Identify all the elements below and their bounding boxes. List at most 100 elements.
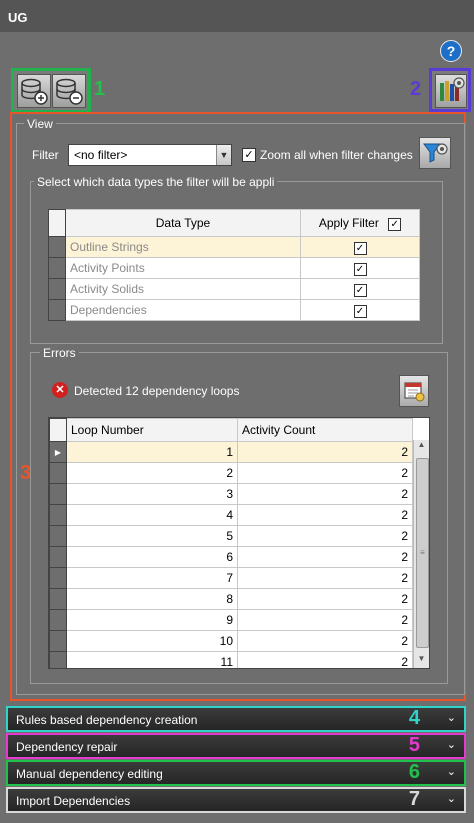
row-header[interactable] xyxy=(49,630,67,652)
scroll-down-icon[interactable]: ▼ xyxy=(414,654,429,668)
window-title: UG xyxy=(8,10,28,25)
column-header-activity-count[interactable]: Activity Count xyxy=(237,418,413,442)
error-icon: ✕ xyxy=(52,382,68,398)
apply-filter-checkbox[interactable]: ✓ xyxy=(353,262,367,276)
toolbar-group-1 xyxy=(11,68,91,113)
row-header[interactable] xyxy=(48,299,66,321)
table-corner xyxy=(49,418,67,442)
apply-filter-checkbox[interactable]: ✓ xyxy=(353,304,367,318)
table-row[interactable]: 2 2 xyxy=(49,462,413,484)
apply-filter-cell[interactable]: ✓ xyxy=(300,278,420,300)
table-row[interactable]: ▶ 1 2 xyxy=(49,441,413,463)
activity-count-cell: 2 xyxy=(237,504,413,526)
table-row[interactable]: Activity Solids ✓ xyxy=(48,278,420,300)
row-header[interactable] xyxy=(49,546,67,568)
zoom-all-checkbox[interactable]: ✓ xyxy=(242,148,256,162)
books-settings-icon[interactable] xyxy=(435,74,467,108)
data-type-table: Data Type Apply Filter ✓ Outline Strings… xyxy=(48,209,420,321)
data-type-group-title: Select which data types the filter will … xyxy=(34,175,278,189)
apply-filter-all-checkbox[interactable]: ✓ xyxy=(388,217,402,231)
error-message: Detected 12 dependency loops xyxy=(74,384,240,398)
chevron-down-icon[interactable]: ⌄ xyxy=(447,711,456,724)
table-row[interactable]: 10 2 xyxy=(49,630,413,652)
apply-filter-checkbox[interactable]: ✓ xyxy=(353,241,367,255)
section-dependency-repair[interactable]: Dependency repair 5 ⌄ xyxy=(6,733,466,759)
row-header[interactable] xyxy=(49,525,67,547)
vertical-scrollbar[interactable]: ▲ ≡ ▼ xyxy=(413,440,429,668)
table-row[interactable]: 9 2 xyxy=(49,609,413,631)
section-label: Manual dependency editing xyxy=(16,767,163,781)
table-row[interactable]: 7 2 xyxy=(49,567,413,589)
section-label: Dependency repair xyxy=(16,740,118,754)
column-header-loop-number[interactable]: Loop Number xyxy=(66,418,238,442)
activity-count-cell: 2 xyxy=(237,441,413,463)
apply-filter-checkbox[interactable]: ✓ xyxy=(353,283,367,297)
zoom-all-label: Zoom all when filter changes xyxy=(260,148,413,162)
data-type-name: Outline Strings xyxy=(65,236,301,258)
row-selected-arrow-icon[interactable]: ▶ xyxy=(49,441,67,463)
activity-count-cell: 2 xyxy=(237,588,413,610)
table-row[interactable]: 5 2 xyxy=(49,525,413,547)
apply-filter-cell[interactable]: ✓ xyxy=(300,236,420,258)
table-row[interactable]: Dependencies ✓ xyxy=(48,299,420,321)
activity-count-cell: 2 xyxy=(237,567,413,589)
row-header[interactable] xyxy=(49,504,67,526)
callout-7: 7 xyxy=(408,788,420,810)
row-header[interactable] xyxy=(49,462,67,484)
filter-settings-icon[interactable] xyxy=(419,137,451,169)
help-icon[interactable]: ? xyxy=(440,40,462,62)
section-rules-based-dependency-creation[interactable]: Rules based dependency creation 4 ⌄ xyxy=(6,706,466,732)
toolbar-group-2 xyxy=(429,68,471,112)
row-header[interactable] xyxy=(48,236,66,258)
column-header-apply-filter[interactable]: Apply Filter ✓ xyxy=(300,209,420,237)
table-row[interactable]: 6 2 xyxy=(49,546,413,568)
loop-number-cell: 7 xyxy=(66,567,238,589)
table-row[interactable]: 8 2 xyxy=(49,588,413,610)
data-type-name: Activity Solids xyxy=(65,278,301,300)
section-manual-dependency-editing[interactable]: Manual dependency editing 6 ⌄ xyxy=(6,760,466,786)
loop-number-cell: 10 xyxy=(66,630,238,652)
activity-count-cell: 2 xyxy=(237,630,413,652)
activity-count-cell: 2 xyxy=(237,525,413,547)
apply-filter-cell[interactable]: ✓ xyxy=(300,257,420,279)
row-header[interactable] xyxy=(49,567,67,589)
apply-filter-cell[interactable]: ✓ xyxy=(300,299,420,321)
row-header[interactable] xyxy=(48,257,66,279)
row-header[interactable] xyxy=(49,588,67,610)
data-type-name: Dependencies xyxy=(65,299,301,321)
filter-label: Filter xyxy=(32,148,59,162)
activity-count-cell: 2 xyxy=(237,462,413,484)
row-header[interactable] xyxy=(49,609,67,631)
table-row[interactable]: 3 2 xyxy=(49,483,413,505)
row-header[interactable] xyxy=(48,278,66,300)
app-window: UG ? 1 2 View 3 Filter <no filter> ▼ ✓ Z… xyxy=(0,0,474,823)
apply-filter-label: Apply Filter xyxy=(318,215,379,230)
loop-table-container: Loop Number Activity Count ▶ 1 2 2 2 3 2… xyxy=(48,417,430,669)
table-row[interactable]: Outline Strings ✓ xyxy=(48,236,420,258)
calendar-icon[interactable] xyxy=(399,375,429,407)
row-header[interactable] xyxy=(49,651,67,668)
errors-group-title: Errors xyxy=(40,346,79,360)
filter-value: <no filter> xyxy=(74,148,128,162)
loop-number-cell: 9 xyxy=(66,609,238,631)
chevron-down-icon[interactable]: ▼ xyxy=(216,145,231,165)
loop-number-cell: 5 xyxy=(66,525,238,547)
data-type-name: Activity Points xyxy=(65,257,301,279)
scroll-up-icon[interactable]: ▲ xyxy=(414,440,429,454)
database-add-icon[interactable] xyxy=(17,74,51,108)
loop-number-cell: 3 xyxy=(66,483,238,505)
chevron-down-icon[interactable]: ⌄ xyxy=(447,792,456,805)
table-row[interactable]: 4 2 xyxy=(49,504,413,526)
filter-dropdown[interactable]: <no filter> ▼ xyxy=(68,144,232,166)
chevron-down-icon[interactable]: ⌄ xyxy=(447,738,456,751)
table-row[interactable]: 11 2 xyxy=(49,651,413,668)
scroll-thumb[interactable]: ≡ xyxy=(416,458,429,648)
callout-1: 1 xyxy=(94,78,106,100)
table-row[interactable]: Activity Points ✓ xyxy=(48,257,420,279)
chevron-down-icon[interactable]: ⌄ xyxy=(447,765,456,778)
row-header[interactable] xyxy=(49,483,67,505)
title-bar: UG xyxy=(0,0,474,32)
database-remove-icon[interactable] xyxy=(52,74,86,108)
section-import-dependencies[interactable]: Import Dependencies 7 ⌄ xyxy=(6,787,466,813)
column-header-data-type[interactable]: Data Type xyxy=(65,209,301,237)
